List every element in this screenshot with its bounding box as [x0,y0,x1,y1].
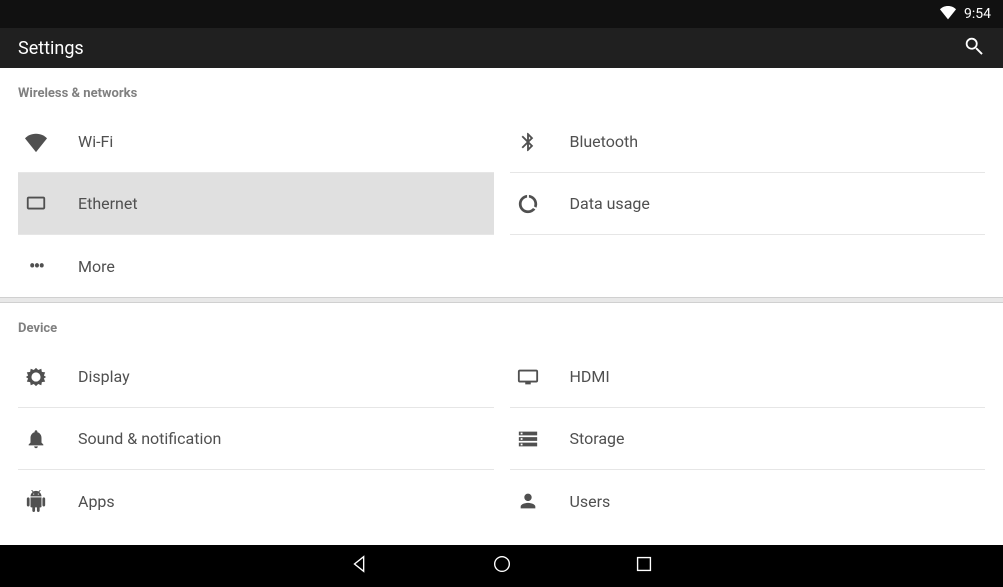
more-icon: ••• [24,254,48,278]
nav-home-button[interactable] [491,553,513,579]
settings-item-label: Storage [570,429,625,448]
settings-item-label: Users [570,492,611,511]
settings-item-ethernet[interactable]: Ethernet [18,173,494,235]
back-icon [349,560,371,579]
page-title: Settings [18,38,84,59]
brightness-icon [24,365,48,389]
settings-item-label: Display [78,367,130,386]
settings-content: Wireless & networks Wi-Fi Bluetooth Ethe… [0,68,1003,532]
recents-icon [633,560,655,579]
bell-icon [24,427,48,451]
search-icon [963,42,985,61]
settings-item-label: Bluetooth [570,132,639,151]
status-bar: 9:54 [0,0,1003,28]
settings-item-label: Apps [78,492,115,511]
settings-item-bluetooth[interactable]: Bluetooth [510,111,986,173]
storage-icon [516,427,540,451]
section-header-wireless: Wireless & networks [0,68,1003,111]
settings-item-apps[interactable]: Apps [18,470,494,532]
wireless-grid: Wi-Fi Bluetooth Ethernet Data usage ••• … [0,111,1003,297]
section-header-device: Device [0,303,1003,346]
settings-item-label: Sound & notification [78,429,221,448]
settings-item-label: HDMI [570,367,610,386]
app-bar: Settings [0,28,1003,68]
home-icon [491,560,513,579]
settings-item-label: Wi-Fi [78,132,113,151]
wifi-status-icon [940,4,956,24]
nav-recent-button[interactable] [633,553,655,579]
settings-item-label: Data usage [570,194,650,213]
status-time: 9:54 [964,6,991,22]
wifi-icon [24,130,48,154]
nav-back-button[interactable] [349,553,371,579]
apps-icon [24,489,48,513]
bluetooth-icon [516,130,540,154]
settings-item-users[interactable]: Users [510,470,986,532]
user-icon [516,489,540,513]
settings-item-sound[interactable]: Sound & notification [18,408,494,470]
settings-item-data-usage[interactable]: Data usage [510,173,986,235]
settings-item-display[interactable]: Display [18,346,494,408]
hdmi-icon [516,365,540,389]
settings-item-more[interactable]: ••• More [18,235,494,297]
settings-item-wifi[interactable]: Wi-Fi [18,111,494,173]
device-grid: Display HDMI Sound & notification Storag… [0,346,1003,532]
navigation-bar [0,545,1003,587]
data-usage-icon [516,192,540,216]
settings-item-label: More [78,257,115,276]
settings-item-label: Ethernet [78,194,138,213]
settings-item-hdmi[interactable]: HDMI [510,346,986,408]
search-button[interactable] [963,35,985,61]
ethernet-icon [24,192,48,216]
settings-item-storage[interactable]: Storage [510,408,986,470]
